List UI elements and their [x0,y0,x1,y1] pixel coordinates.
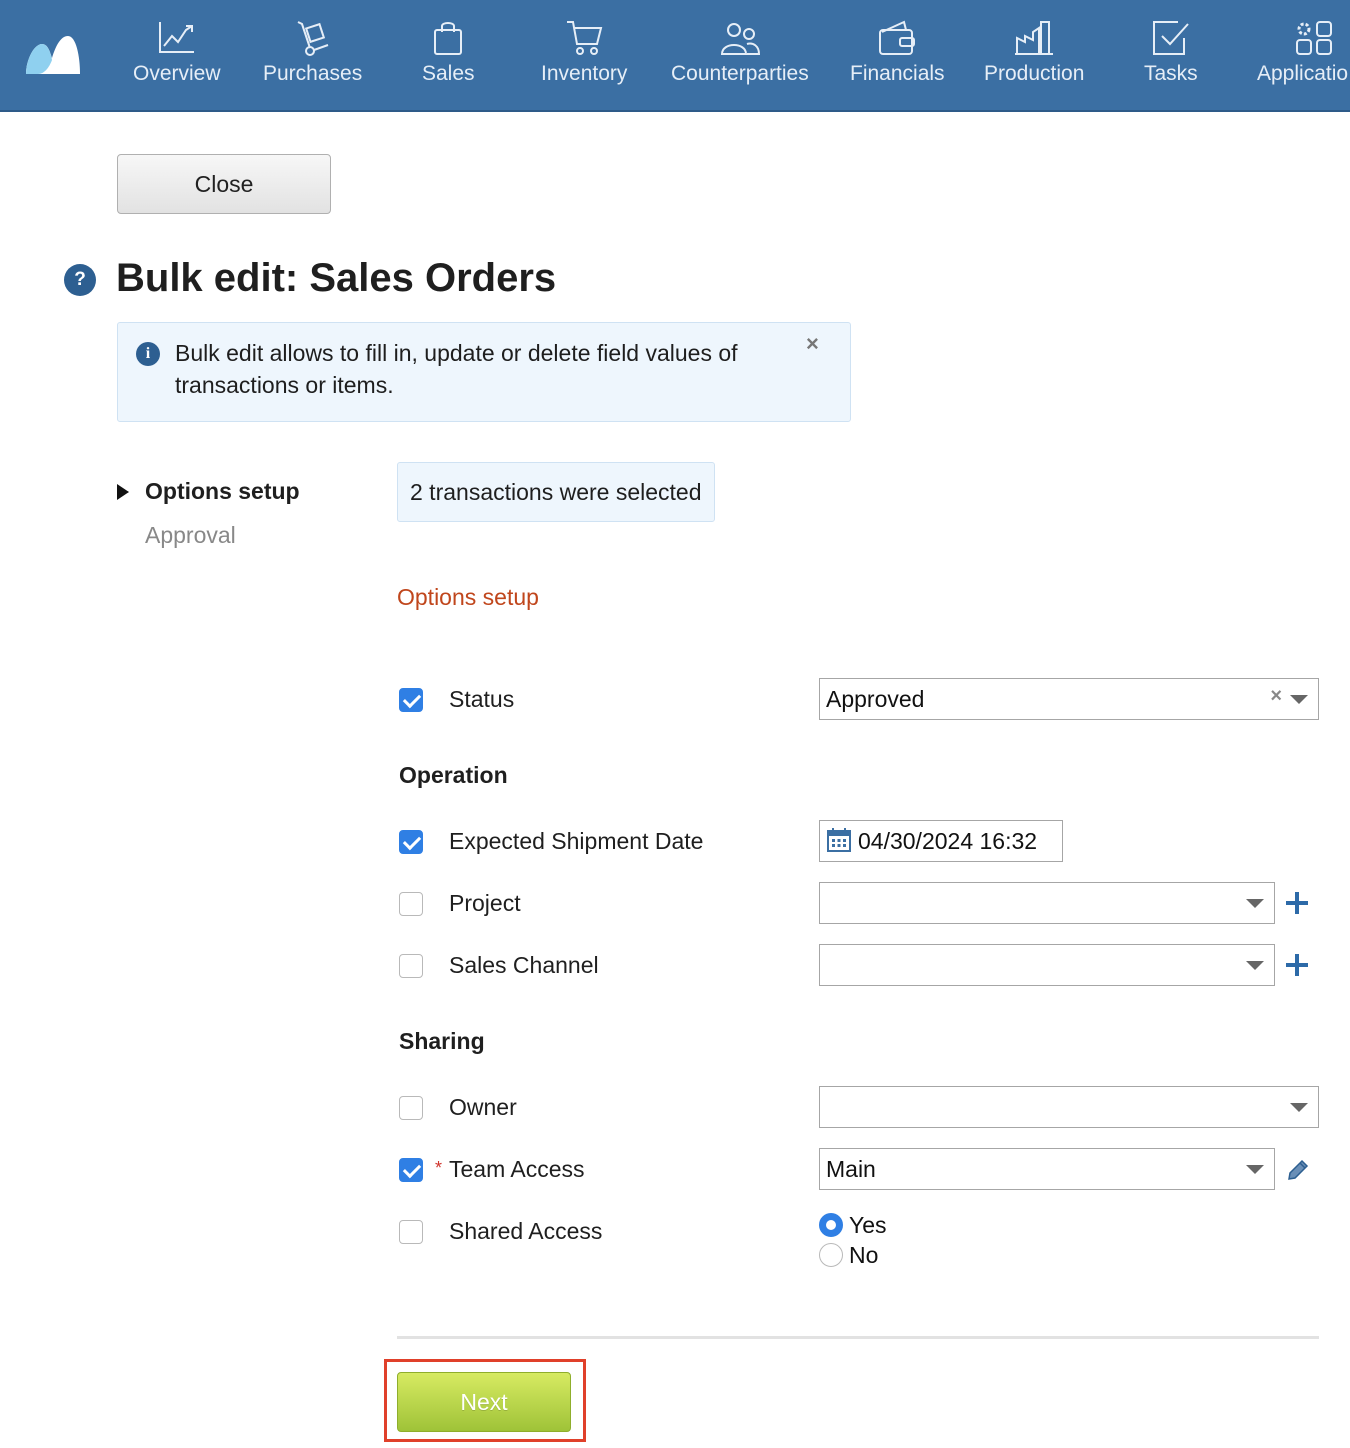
team-access-select[interactable]: Main [819,1148,1275,1190]
step-options-setup[interactable]: Options setup [145,478,300,505]
info-text: Bulk edit allows to fill in, update or d… [175,340,738,398]
cart-icon [567,21,603,55]
next-button[interactable]: Next [397,1372,571,1432]
owner-label: Owner [449,1094,517,1120]
shipment-date-checkbox[interactable] [399,830,423,854]
status-label: Status [449,686,515,712]
project-select[interactable] [819,882,1275,924]
sharing-heading: Sharing [399,1028,485,1054]
chart-line-icon [158,22,194,53]
nav-label-production: Production [984,62,1085,85]
close-icon[interactable]: × [806,331,819,357]
shared-access-yes-label[interactable]: Yes [849,1212,887,1239]
section-title: Options setup [397,584,539,610]
shared-access-checkbox[interactable] [399,1220,423,1244]
shared-access-no-label[interactable]: No [849,1242,878,1269]
pencil-icon[interactable] [1286,1158,1310,1182]
nav-label-inventory: Inventory [541,62,628,85]
operation-heading: Operation [399,762,508,788]
status-checkbox[interactable] [399,688,423,712]
chevron-down-icon[interactable] [1246,899,1264,908]
nav-label-purchases: Purchases [263,62,363,85]
required-marker: * [435,1158,443,1178]
nav-sales[interactable]: Sales [422,18,475,98]
nav-applications[interactable]: Applicatio [1257,18,1348,98]
close-button[interactable]: Close [117,154,331,214]
shipment-date-input[interactable]: 04/30/2024 16:32 [819,820,1063,862]
people-icon [720,23,760,55]
chevron-down-icon[interactable] [1290,1103,1308,1112]
step-approval[interactable]: Approval [145,522,236,549]
sales-channel-label: Sales Channel [449,952,599,978]
nav-purchases[interactable]: Purchases [263,18,362,98]
chevron-down-icon[interactable] [1246,961,1264,970]
nav-counterparties[interactable]: Counterparties [671,18,809,98]
clear-icon[interactable]: × [1270,685,1282,708]
info-banner: i Bulk edit allows to fill in, update or… [117,322,851,422]
triangle-right-icon [117,484,129,500]
nav-label-overview: Overview [133,62,221,85]
nav-overview[interactable]: Overview [133,18,221,98]
nav-label-applications: Applicatio [1257,62,1349,85]
nav-label-counterparties: Counterparties [671,62,809,85]
nav-inventory[interactable]: Inventory [541,18,627,98]
team-access-label: Team Access [449,1156,585,1182]
divider [397,1336,1319,1339]
owner-checkbox[interactable] [399,1096,423,1120]
shared-access-label: Shared Access [449,1218,603,1244]
shared-access-yes-radio[interactable] [819,1213,843,1237]
checkbox-icon [1152,21,1189,55]
help-icon[interactable]: ? [64,264,96,296]
status-value: Approved [826,685,925,712]
nav-production[interactable]: Production [984,18,1084,98]
calendar-icon[interactable] [827,828,851,852]
nav-label-tasks: Tasks [1144,62,1198,85]
project-checkbox[interactable] [399,892,423,916]
selection-summary: 2 transactions were selected [397,462,715,522]
project-label: Project [449,890,521,916]
page-title: Bulk edit: Sales Orders [116,256,557,300]
chevron-down-icon[interactable] [1246,1165,1264,1174]
status-select[interactable]: Approved × [819,678,1319,720]
shared-access-no-radio[interactable] [819,1243,843,1267]
logo-icon[interactable] [24,30,82,76]
nav-label-sales: Sales [422,62,475,85]
owner-select[interactable] [819,1086,1319,1128]
nav-financials[interactable]: Financials [850,18,945,98]
info-icon: i [136,342,160,366]
nav-label-financials: Financials [850,62,945,85]
chevron-down-icon[interactable] [1290,695,1308,704]
nav-tasks[interactable]: Tasks [1144,18,1198,98]
top-nav: Overview Purchases Sales Inventory Count… [0,0,1350,112]
sales-channel-select[interactable] [819,944,1275,986]
factory-icon [1015,21,1054,55]
hand-truck-icon [297,21,328,56]
add-project-icon[interactable] [1286,892,1308,914]
shopping-bag-icon [434,22,463,55]
shipment-date-label: Expected Shipment Date [449,828,704,854]
wallet-icon [879,20,916,55]
team-access-checkbox[interactable] [399,1158,423,1182]
apps-icon [1296,21,1332,55]
team-access-value: Main [826,1155,876,1182]
shipment-date-value: 04/30/2024 16:32 [858,827,1038,854]
add-sales-channel-icon[interactable] [1286,954,1308,976]
sales-channel-checkbox[interactable] [399,954,423,978]
